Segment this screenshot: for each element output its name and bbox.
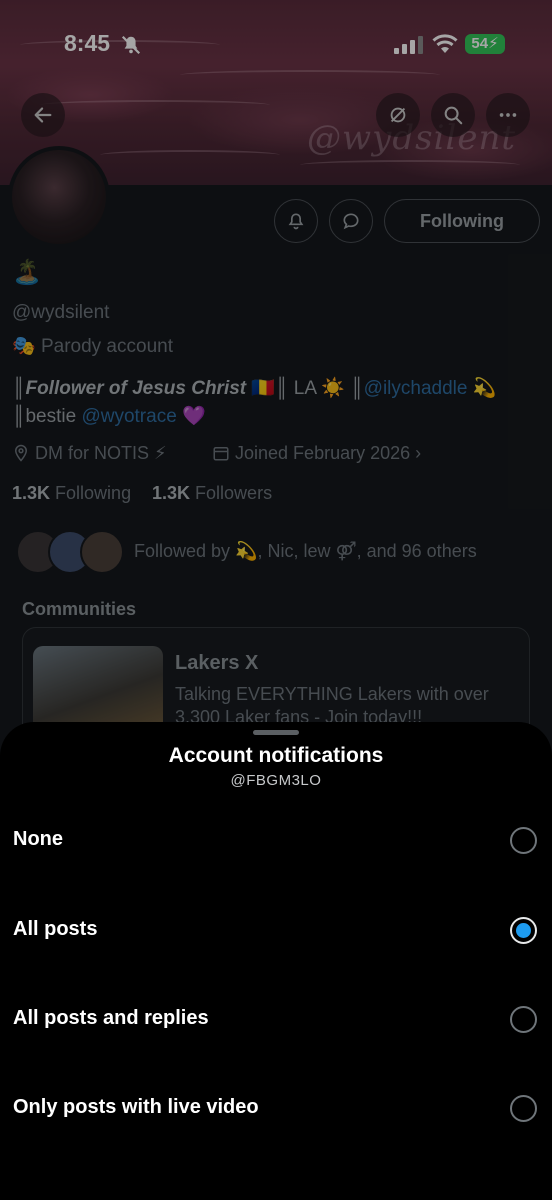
option-label: All posts and replies <box>13 1007 209 1029</box>
account-notifications-sheet: Account notifications @FBGM3LO None All … <box>0 722 552 1200</box>
sheet-subtitle: @FBGM3LO <box>230 772 322 789</box>
radio-button[interactable] <box>510 1006 537 1033</box>
radio-button[interactable] <box>510 1095 537 1122</box>
option-none[interactable]: None <box>0 810 552 870</box>
radio-button-selected[interactable] <box>510 917 537 944</box>
option-all-posts[interactable]: All posts <box>0 900 552 960</box>
sheet-grabber[interactable] <box>253 730 299 735</box>
sheet-title: Account notifications <box>168 744 384 767</box>
radio-button[interactable] <box>510 827 537 854</box>
option-all-posts-and-replies[interactable]: All posts and replies <box>0 989 552 1049</box>
option-live-video[interactable]: Only posts with live video <box>0 1078 552 1138</box>
option-label: Only posts with live video <box>13 1096 259 1118</box>
option-label: None <box>13 828 63 850</box>
option-label: All posts <box>13 918 98 940</box>
